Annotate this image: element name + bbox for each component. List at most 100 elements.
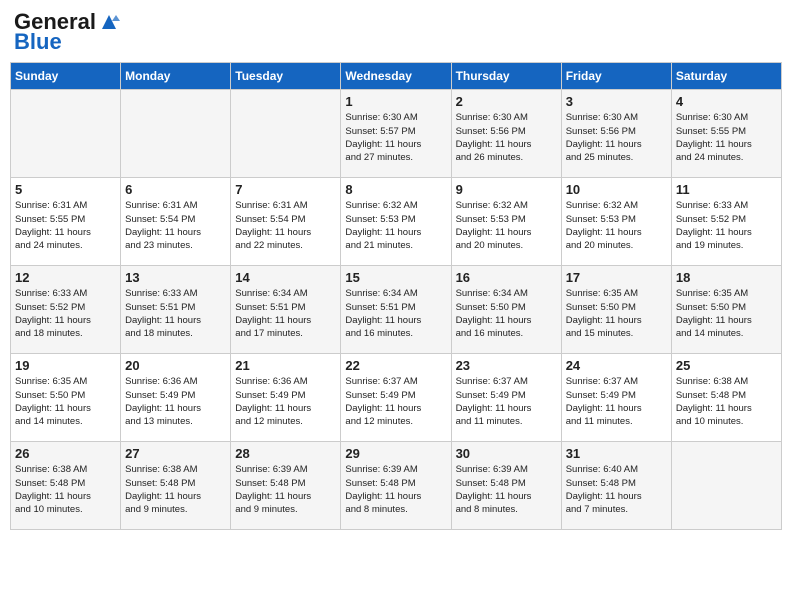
- calendar-cell: 6 Sunrise: 6:31 AM Sunset: 5:54 PM Daylig…: [121, 178, 231, 266]
- day-info: Sunrise: 6:39 AM Sunset: 5:48 PM Dayligh…: [345, 463, 446, 516]
- day-info: Sunrise: 6:40 AM Sunset: 5:48 PM Dayligh…: [566, 463, 667, 516]
- calendar-cell: 4Sunrise: 6:30 AM Sunset: 5:55 PM Daylig…: [671, 90, 781, 178]
- day-number: 17: [566, 270, 667, 285]
- calendar-table: SundayMondayTuesdayWednesdayThursdayFrid…: [10, 62, 782, 530]
- header-friday: Friday: [561, 63, 671, 90]
- calendar-cell: 5 Sunrise: 6:31 AM Sunset: 5:55 PM Daylig…: [11, 178, 121, 266]
- calendar-cell: 19Sunrise: 6:35 AM Sunset: 5:50 PM Dayli…: [11, 354, 121, 442]
- day-number: 22: [345, 358, 446, 373]
- calendar-cell: 28 Sunrise: 6:39 AM Sunset: 5:48 PM Dayli…: [231, 442, 341, 530]
- day-info: Sunrise: 6:31 AM Sunset: 5:54 PM Dayligh…: [125, 199, 226, 252]
- week-row-4: 26 Sunrise: 6:38 AM Sunset: 5:48 PM Dayli…: [11, 442, 782, 530]
- day-info: Sunrise: 6:39 AM Sunset: 5:48 PM Dayligh…: [456, 463, 557, 516]
- day-info: Sunrise: 6:30 AM Sunset: 5:56 PM Dayligh…: [456, 111, 557, 164]
- calendar-cell: 31 Sunrise: 6:40 AM Sunset: 5:48 PM Dayli…: [561, 442, 671, 530]
- calendar-cell: 21 Sunrise: 6:36 AM Sunset: 5:49 PM Dayli…: [231, 354, 341, 442]
- day-number: 10: [566, 182, 667, 197]
- calendar-cell: 2 Sunrise: 6:30 AM Sunset: 5:56 PM Daylig…: [451, 90, 561, 178]
- day-info: Sunrise: 6:37 AM Sunset: 5:49 PM Dayligh…: [345, 375, 446, 428]
- calendar-cell: 18 Sunrise: 6:35 AM Sunset: 5:50 PM Dayli…: [671, 266, 781, 354]
- calendar-cell: 9 Sunrise: 6:32 AM Sunset: 5:53 PM Daylig…: [451, 178, 561, 266]
- header-saturday: Saturday: [671, 63, 781, 90]
- week-row-1: 5 Sunrise: 6:31 AM Sunset: 5:55 PM Daylig…: [11, 178, 782, 266]
- day-info: Sunrise: 6:34 AM Sunset: 5:50 PM Dayligh…: [456, 287, 557, 340]
- day-number: 6: [125, 182, 226, 197]
- calendar-cell: 26 Sunrise: 6:38 AM Sunset: 5:48 PM Dayli…: [11, 442, 121, 530]
- logo-blue: Blue: [14, 30, 62, 54]
- calendar-cell: 12 Sunrise: 6:33 AM Sunset: 5:52 PM Dayli…: [11, 266, 121, 354]
- week-row-2: 12 Sunrise: 6:33 AM Sunset: 5:52 PM Dayli…: [11, 266, 782, 354]
- day-info: Sunrise: 6:32 AM Sunset: 5:53 PM Dayligh…: [345, 199, 446, 252]
- day-info: Sunrise: 6:39 AM Sunset: 5:48 PM Dayligh…: [235, 463, 336, 516]
- header-monday: Monday: [121, 63, 231, 90]
- day-info: Sunrise: 6:32 AM Sunset: 5:53 PM Dayligh…: [566, 199, 667, 252]
- header-row: SundayMondayTuesdayWednesdayThursdayFrid…: [11, 63, 782, 90]
- day-number: 8: [345, 182, 446, 197]
- day-number: 26: [15, 446, 116, 461]
- page-header: General Blue: [10, 10, 782, 54]
- day-number: 29: [345, 446, 446, 461]
- day-number: 15: [345, 270, 446, 285]
- day-info: Sunrise: 6:31 AM Sunset: 5:55 PM Dayligh…: [15, 199, 116, 252]
- calendar-cell: 11 Sunrise: 6:33 AM Sunset: 5:52 PM Dayli…: [671, 178, 781, 266]
- calendar-cell: 16 Sunrise: 6:34 AM Sunset: 5:50 PM Dayli…: [451, 266, 561, 354]
- calendar-cell: 29 Sunrise: 6:39 AM Sunset: 5:48 PM Dayli…: [341, 442, 451, 530]
- day-info: Sunrise: 6:34 AM Sunset: 5:51 PM Dayligh…: [345, 287, 446, 340]
- calendar-cell: 3Sunrise: 6:30 AM Sunset: 5:56 PM Daylig…: [561, 90, 671, 178]
- day-info: Sunrise: 6:33 AM Sunset: 5:51 PM Dayligh…: [125, 287, 226, 340]
- header-wednesday: Wednesday: [341, 63, 451, 90]
- day-info: Sunrise: 6:35 AM Sunset: 5:50 PM Dayligh…: [15, 375, 116, 428]
- day-info: Sunrise: 6:32 AM Sunset: 5:53 PM Dayligh…: [456, 199, 557, 252]
- day-info: Sunrise: 6:33 AM Sunset: 5:52 PM Dayligh…: [15, 287, 116, 340]
- calendar-cell: 15 Sunrise: 6:34 AM Sunset: 5:51 PM Dayli…: [341, 266, 451, 354]
- day-number: 4: [676, 94, 777, 109]
- day-number: 3: [566, 94, 667, 109]
- logo-triangle-icon: [98, 11, 120, 33]
- day-number: 24: [566, 358, 667, 373]
- day-number: 21: [235, 358, 336, 373]
- day-info: Sunrise: 6:33 AM Sunset: 5:52 PM Dayligh…: [676, 199, 777, 252]
- day-number: 25: [676, 358, 777, 373]
- day-number: 16: [456, 270, 557, 285]
- header-tuesday: Tuesday: [231, 63, 341, 90]
- calendar-cell: [11, 90, 121, 178]
- calendar-cell: 10 Sunrise: 6:32 AM Sunset: 5:53 PM Dayli…: [561, 178, 671, 266]
- calendar-cell: 13Sunrise: 6:33 AM Sunset: 5:51 PM Dayli…: [121, 266, 231, 354]
- calendar-cell: [671, 442, 781, 530]
- day-number: 2: [456, 94, 557, 109]
- calendar-cell: 25Sunrise: 6:38 AM Sunset: 5:48 PM Dayli…: [671, 354, 781, 442]
- day-number: 30: [456, 446, 557, 461]
- day-info: Sunrise: 6:36 AM Sunset: 5:49 PM Dayligh…: [125, 375, 226, 428]
- day-info: Sunrise: 6:36 AM Sunset: 5:49 PM Dayligh…: [235, 375, 336, 428]
- calendar-cell: 30 Sunrise: 6:39 AM Sunset: 5:48 PM Dayli…: [451, 442, 561, 530]
- day-info: Sunrise: 6:35 AM Sunset: 5:50 PM Dayligh…: [566, 287, 667, 340]
- day-info: Sunrise: 6:38 AM Sunset: 5:48 PM Dayligh…: [15, 463, 116, 516]
- calendar-cell: 23 Sunrise: 6:37 AM Sunset: 5:49 PM Dayli…: [451, 354, 561, 442]
- header-thursday: Thursday: [451, 63, 561, 90]
- calendar-cell: [231, 90, 341, 178]
- day-number: 12: [15, 270, 116, 285]
- day-number: 27: [125, 446, 226, 461]
- calendar-cell: 8 Sunrise: 6:32 AM Sunset: 5:53 PM Daylig…: [341, 178, 451, 266]
- day-number: 5: [15, 182, 116, 197]
- day-number: 23: [456, 358, 557, 373]
- day-info: Sunrise: 6:37 AM Sunset: 5:49 PM Dayligh…: [456, 375, 557, 428]
- day-info: Sunrise: 6:38 AM Sunset: 5:48 PM Dayligh…: [125, 463, 226, 516]
- week-row-0: 1Sunrise: 6:30 AM Sunset: 5:57 PM Daylig…: [11, 90, 782, 178]
- calendar-cell: 1Sunrise: 6:30 AM Sunset: 5:57 PM Daylig…: [341, 90, 451, 178]
- day-number: 9: [456, 182, 557, 197]
- day-info: Sunrise: 6:31 AM Sunset: 5:54 PM Dayligh…: [235, 199, 336, 252]
- calendar-cell: 20Sunrise: 6:36 AM Sunset: 5:49 PM Dayli…: [121, 354, 231, 442]
- week-row-3: 19Sunrise: 6:35 AM Sunset: 5:50 PM Dayli…: [11, 354, 782, 442]
- day-info: Sunrise: 6:35 AM Sunset: 5:50 PM Dayligh…: [676, 287, 777, 340]
- day-info: Sunrise: 6:37 AM Sunset: 5:49 PM Dayligh…: [566, 375, 667, 428]
- calendar-cell: [121, 90, 231, 178]
- day-number: 31: [566, 446, 667, 461]
- day-number: 14: [235, 270, 336, 285]
- calendar-cell: 17 Sunrise: 6:35 AM Sunset: 5:50 PM Dayli…: [561, 266, 671, 354]
- day-number: 11: [676, 182, 777, 197]
- day-number: 18: [676, 270, 777, 285]
- calendar-cell: 14Sunrise: 6:34 AM Sunset: 5:51 PM Dayli…: [231, 266, 341, 354]
- calendar-cell: 7Sunrise: 6:31 AM Sunset: 5:54 PM Daylig…: [231, 178, 341, 266]
- day-number: 28: [235, 446, 336, 461]
